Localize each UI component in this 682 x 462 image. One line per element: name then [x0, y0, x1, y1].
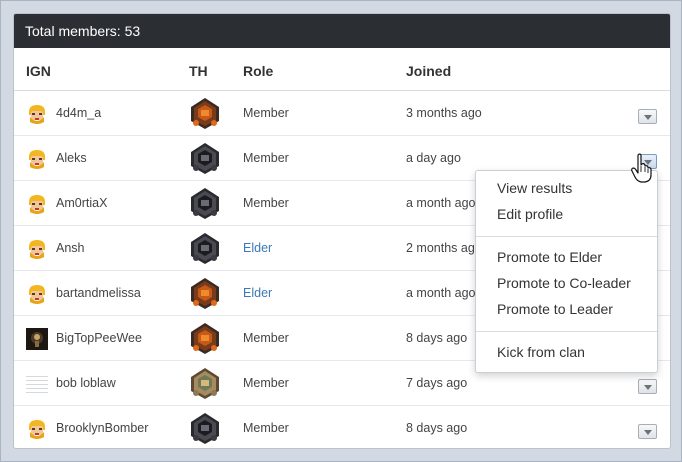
role-text: Member [243, 376, 289, 390]
town-hall-9-icon [191, 233, 219, 264]
column-header-ign[interactable]: IGN [26, 63, 51, 79]
barbarian-icon [26, 418, 48, 440]
role-text[interactable]: Elder [243, 241, 272, 255]
barbarian-icon [26, 148, 48, 170]
role-text[interactable]: Elder [243, 286, 272, 300]
role-text: Member [243, 331, 289, 345]
town-hall-9-icon [191, 143, 219, 174]
ign-text[interactable]: BigTopPeeWee [56, 331, 142, 345]
ign-text[interactable]: Aleks [56, 151, 87, 165]
barbarian-icon [26, 193, 48, 215]
joined-text: 3 months ago [406, 106, 482, 120]
ign-text[interactable]: Am0rtiaX [56, 196, 107, 210]
ign-text[interactable]: bartandmelissa [56, 286, 141, 300]
joined-text: 8 days ago [406, 421, 468, 435]
town-hall-9-icon [191, 413, 219, 444]
role-text: Member [243, 151, 289, 165]
menu-item-edit-profile[interactable]: Edit profile [476, 201, 657, 227]
barbarian-icon [26, 103, 48, 125]
row-menu-button[interactable] [638, 109, 657, 124]
row-actions-menu: View results Edit profile Promote to Eld… [475, 170, 658, 373]
chevron-down-icon [644, 385, 652, 390]
ign-text[interactable]: Ansh [56, 241, 85, 255]
joined-text: 7 days ago [406, 376, 468, 390]
custom-avatar-icon [26, 328, 48, 350]
table-row[interactable]: 4d4m_a Member 3 months ago [14, 91, 670, 136]
menu-group-kick: Kick from clan [476, 331, 657, 371]
role-text: Member [243, 106, 289, 120]
members-header: Total members: 53 [14, 14, 670, 48]
column-header-role[interactable]: Role [243, 63, 273, 79]
ign-text[interactable]: 4d4m_a [56, 106, 101, 120]
menu-item-view-results[interactable]: View results [476, 175, 657, 201]
chevron-down-icon [644, 430, 652, 435]
town-hall-9-icon [191, 188, 219, 219]
column-header-th[interactable]: TH [189, 63, 208, 79]
town-hall-10-icon [191, 323, 219, 354]
town-hall-10-icon [191, 98, 219, 129]
hand-cursor-icon [631, 153, 652, 183]
table-row[interactable]: BrooklynBomber Member 8 days ago [14, 406, 670, 448]
chevron-down-icon [644, 115, 652, 120]
table-header: IGN TH Role Joined [14, 48, 670, 91]
menu-item-promote-elder[interactable]: Promote to Elder [476, 244, 657, 270]
joined-text: a month ago [406, 286, 476, 300]
barbarian-icon [26, 283, 48, 305]
town-hall-10-icon [191, 278, 219, 309]
menu-group-view: View results Edit profile [476, 171, 657, 236]
placeholder-avatar-icon [26, 373, 48, 395]
page-frame: Total members: 53 IGN TH Role Joined 4d4… [0, 0, 682, 462]
ign-text[interactable]: BrooklynBomber [56, 421, 148, 435]
role-text: Member [243, 421, 289, 435]
menu-item-promote-coleader[interactable]: Promote to Co-leader [476, 270, 657, 296]
row-menu-button[interactable] [638, 424, 657, 439]
menu-group-promote: Promote to Elder Promote to Co-leader Pr… [476, 236, 657, 331]
joined-text: a day ago [406, 151, 461, 165]
joined-text: 8 days ago [406, 331, 468, 345]
column-header-joined[interactable]: Joined [406, 63, 451, 79]
town-hall-8-icon [191, 368, 219, 399]
barbarian-icon [26, 238, 48, 260]
menu-item-kick[interactable]: Kick from clan [476, 339, 657, 365]
row-menu-button[interactable] [638, 379, 657, 394]
role-text: Member [243, 196, 289, 210]
menu-item-promote-leader[interactable]: Promote to Leader [476, 296, 657, 322]
ign-text[interactable]: bob loblaw [56, 376, 116, 390]
joined-text: a month ago [406, 196, 476, 210]
joined-text: 2 months ago [406, 241, 482, 255]
